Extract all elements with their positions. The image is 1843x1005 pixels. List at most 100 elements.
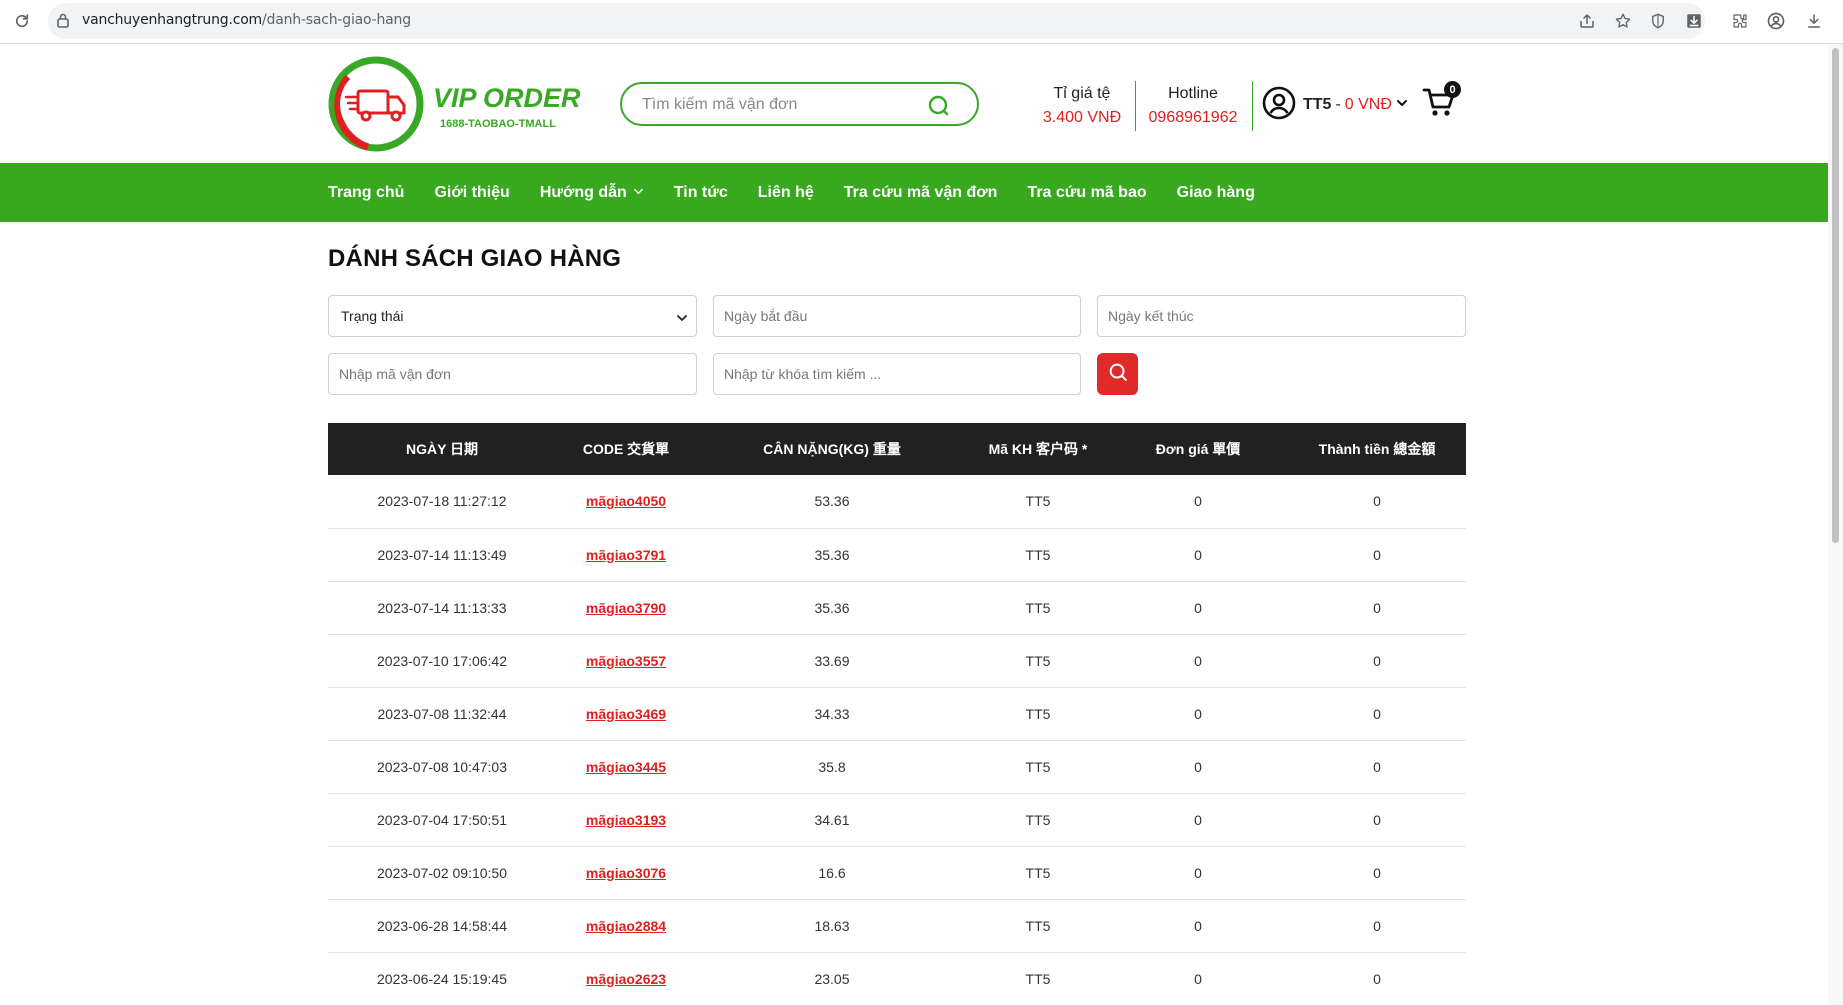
delivery-code-link[interactable]: mãgiao3076: [586, 865, 666, 881]
cell-total: 0: [1373, 811, 1381, 828]
search-icon: [1107, 361, 1129, 388]
download-extension-icon[interactable]: [1682, 9, 1706, 33]
delivery-code-link[interactable]: mãgiao3557: [586, 653, 666, 669]
cell-code: mãgiao3790: [556, 581, 696, 634]
site-logo[interactable]: VIP ORDER 1688-TAOBAO-TMALL: [328, 55, 598, 153]
start-date-input[interactable]: [714, 296, 1080, 336]
cell-weight: 16.6: [818, 864, 846, 881]
table-row: 2023-07-14 11:13:49 mãgiao3791 35.36 TT5 0 0: [328, 528, 1466, 581]
cell-weight: 35.36: [814, 599, 850, 616]
search-icon[interactable]: [926, 92, 952, 118]
share-icon[interactable]: [1575, 9, 1599, 33]
search-input[interactable]: [642, 94, 922, 116]
nav-item-delivery[interactable]: Giao hàng: [1177, 184, 1255, 202]
divider: [1252, 81, 1253, 131]
bookmark-star-icon[interactable]: [1611, 9, 1635, 33]
scrollbar-thumb[interactable]: [1832, 48, 1839, 543]
cell-total: 0: [1373, 970, 1381, 987]
cell-code: mãgiao3791: [556, 528, 696, 581]
shield-icon[interactable]: [1646, 9, 1670, 33]
browser-toolbar: vanchuyenhangtrung.com/danh-sach-giao-ha…: [0, 0, 1843, 44]
cell-customer: TT5: [1025, 493, 1051, 510]
filter-search-button[interactable]: [1097, 353, 1138, 395]
delivery-code-link[interactable]: mãgiao3445: [586, 759, 666, 775]
cell-weight: 23.05: [814, 970, 850, 987]
delivery-code-link[interactable]: mãgiao3193: [586, 812, 666, 828]
extensions-puzzle-icon[interactable]: [1728, 9, 1752, 33]
table-row: 2023-07-08 11:32:44 mãgiao3469 34.33 TT5 0 0: [328, 687, 1466, 740]
account-menu[interactable]: TT5 - 0 VNĐ: [1262, 85, 1408, 125]
column-header-total: Thành tiền 總金額: [1318, 441, 1436, 457]
cell-weight: 33.69: [814, 652, 850, 669]
cell-total: 0: [1373, 493, 1381, 510]
cell-unit-price: 0: [1194, 811, 1202, 828]
nav-item-about[interactable]: Giới thiệu: [434, 184, 509, 202]
cell-date: 2023-06-28 14:58:44: [377, 917, 507, 934]
cell-date: 2023-07-08 10:47:03: [377, 758, 507, 775]
main-nav: Trang chủ Giới thiệu Hướng dẫn Tin tức L…: [0, 163, 1828, 222]
nav-item-label: Hướng dẫn: [539, 183, 627, 201]
cell-date: 2023-07-02 09:10:50: [377, 864, 507, 881]
cell-weight: 18.63: [814, 917, 850, 934]
cart-button[interactable]: 0: [1422, 81, 1462, 125]
cell-unit-price: 0: [1194, 546, 1202, 563]
cell-unit-price: 0: [1194, 599, 1202, 616]
user-icon: [1262, 86, 1296, 125]
address-bar[interactable]: vanchuyenhangtrung.com/danh-sach-giao-ha…: [48, 3, 1705, 39]
cell-unit-price: 0: [1194, 970, 1202, 987]
lock-icon[interactable]: [56, 12, 70, 33]
reload-icon[interactable]: [10, 9, 34, 33]
cell-weight: 35.36: [814, 546, 850, 563]
table-row: 2023-07-10 17:06:42 mãgiao3557 33.69 TT5 0 0: [328, 634, 1466, 687]
cell-customer: TT5: [1025, 652, 1051, 669]
nav-item-home[interactable]: Trang chủ: [328, 184, 404, 202]
status-select[interactable]: Trạng thái: [328, 295, 697, 337]
delivery-code-link[interactable]: mãgiao3790: [586, 600, 666, 616]
hotline-value[interactable]: 0968961962: [1142, 106, 1244, 130]
profile-icon[interactable]: [1764, 9, 1788, 33]
cell-customer: TT5: [1025, 917, 1051, 934]
column-header-code: CODE 交貨單: [582, 441, 670, 457]
logo-subtitle: 1688-TAOBAO-TMALL: [440, 118, 556, 130]
cell-unit-price: 0: [1194, 705, 1202, 722]
nav-item-label: Liên hệ: [757, 183, 814, 201]
nav-item-guide[interactable]: Hướng dẫn: [540, 184, 644, 202]
cell-code: mãgiao3076: [556, 846, 696, 899]
table-row: 2023-07-02 09:10:50 mãgiao3076 16.6 TT5 0 0: [328, 846, 1466, 899]
delivery-code-link[interactable]: mãgiao2884: [586, 918, 666, 934]
cell-total: 0: [1373, 705, 1381, 722]
cell-customer: TT5: [1025, 970, 1051, 987]
chevron-down-icon: [633, 184, 644, 202]
cell-unit-price: 0: [1194, 493, 1202, 510]
nav-item-tracking[interactable]: Tra cứu mã vận đơn: [844, 184, 998, 202]
cart-count-badge: 0: [1444, 81, 1461, 98]
column-header-weight: CÂN NẶNG(KG) 重量: [763, 441, 901, 457]
exchange-rate-value: 3.400 VNĐ: [1042, 109, 1122, 126]
cell-total: 0: [1373, 652, 1381, 669]
logo-title: VIP ORDER: [433, 83, 581, 113]
cell-code: mãgiao3193: [556, 793, 696, 846]
cell-total: 0: [1373, 599, 1381, 616]
delivery-code-link[interactable]: mãgiao4050: [586, 493, 666, 509]
end-date-input[interactable]: [1098, 296, 1465, 336]
delivery-code-link[interactable]: mãgiao3791: [586, 547, 666, 563]
table-header-row: NGÀY 日期 CODE 交貨單 CÂN NẶNG(KG) 重量 Mã KH 客…: [328, 423, 1466, 475]
tracking-code-input[interactable]: [329, 354, 696, 394]
nav-item-news[interactable]: Tin tức: [674, 184, 728, 202]
page: VIP ORDER 1688-TAOBAO-TMALL Tỉ giá tệ 3.…: [0, 45, 1828, 1005]
chevron-down-icon: [1396, 96, 1408, 114]
account-separator: -: [1335, 96, 1341, 113]
column-header-date: NGÀY 日期: [405, 441, 479, 457]
nav-item-package-lookup[interactable]: Tra cứu mã bao: [1027, 184, 1146, 202]
delivery-code-link[interactable]: mãgiao2623: [586, 971, 666, 987]
cell-total: 0: [1373, 758, 1381, 775]
cell-weight: 34.61: [814, 811, 850, 828]
nav-item-contact[interactable]: Liên hệ: [758, 184, 814, 202]
downloads-icon[interactable]: [1802, 9, 1826, 33]
site-header: VIP ORDER 1688-TAOBAO-TMALL Tỉ giá tệ 3.…: [0, 45, 1828, 163]
keyword-input[interactable]: [714, 354, 1080, 394]
divider: [1135, 81, 1136, 131]
cell-customer: TT5: [1025, 705, 1051, 722]
chevron-down-icon: [676, 311, 688, 327]
delivery-code-link[interactable]: mãgiao3469: [586, 706, 666, 722]
